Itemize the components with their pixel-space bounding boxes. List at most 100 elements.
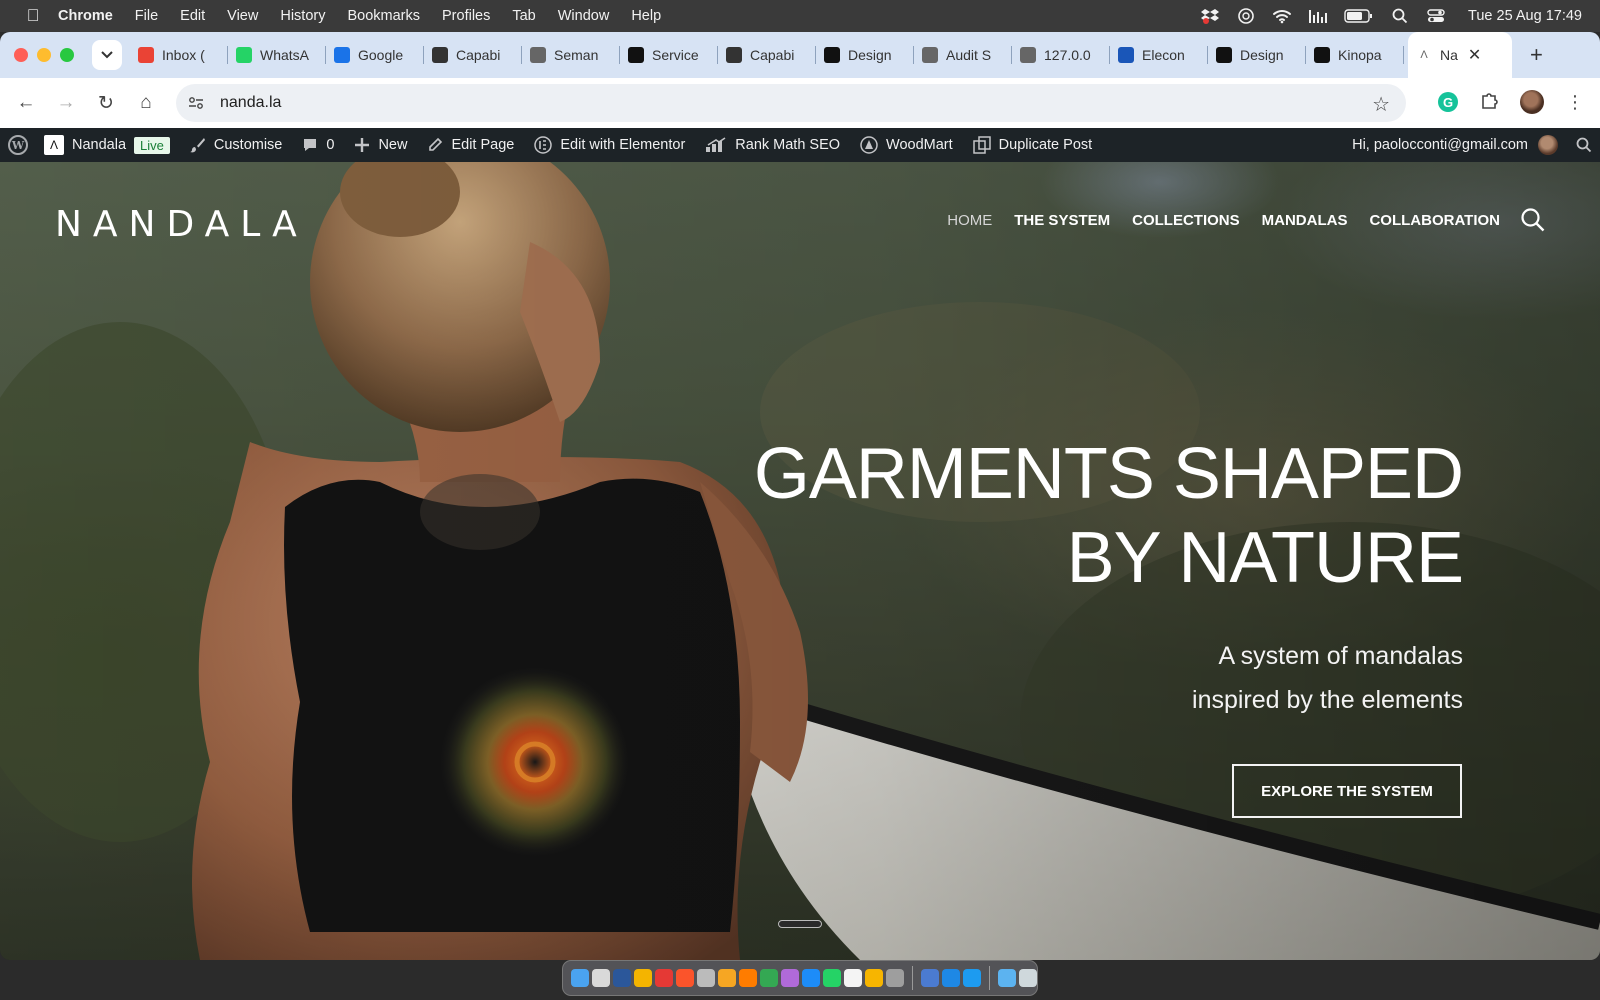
chrome-icon[interactable] [634, 969, 652, 987]
notes-icon[interactable] [844, 969, 862, 987]
wifi-icon[interactable] [1272, 7, 1292, 25]
nav-the-system[interactable]: THE SYSTEM [1014, 212, 1110, 229]
menu-window[interactable]: Window [558, 8, 610, 24]
minimize-window-button[interactable] [37, 48, 51, 62]
tab-2[interactable]: Google [326, 32, 424, 78]
chrome-window: Inbox (WhatsA Google Capabi Seman Service Cap… [0, 32, 1600, 960]
nav-home[interactable]: HOME [947, 212, 992, 229]
home-button[interactable]: ⌂ [126, 92, 166, 114]
menu-help[interactable]: Help [631, 8, 661, 24]
app-icon[interactable] [718, 969, 736, 987]
stats-icon[interactable] [1308, 7, 1328, 25]
opera-icon[interactable] [655, 969, 673, 987]
illustrator-icon[interactable] [739, 969, 757, 987]
tab-12[interactable]: Kinopa [1306, 32, 1404, 78]
downloads-icon[interactable] [942, 969, 960, 987]
menu-view[interactable]: View [227, 8, 258, 24]
bookmark-star-icon[interactable]: ☆ [1372, 92, 1390, 117]
tab-7[interactable]: Design [816, 32, 914, 78]
tab-search-button[interactable] [92, 40, 122, 70]
tab-3[interactable]: Capabi [424, 32, 522, 78]
site-search-icon[interactable] [1520, 207, 1546, 233]
spotlight-search-icon[interactable] [1390, 7, 1410, 25]
apple-icon[interactable]:  [22, 6, 44, 26]
safari-icon[interactable] [963, 969, 981, 987]
slider-indicator[interactable] [778, 920, 822, 928]
explore-the-system-button[interactable]: EXPLORE THE SYSTEM [1232, 764, 1462, 818]
reload-button[interactable]: ↻ [86, 92, 126, 115]
wp-customise[interactable]: Customise [189, 137, 282, 153]
trash-icon[interactable] [1019, 969, 1037, 987]
wp-comments[interactable]: 0 [302, 137, 334, 153]
wordpress-icon[interactable]: W [8, 135, 28, 155]
wp-site-link[interactable]: Λ Nandala Live [44, 135, 170, 155]
brave-icon[interactable] [676, 969, 694, 987]
tab-5[interactable]: Service [620, 32, 718, 78]
menu-profiles[interactable]: Profiles [442, 8, 490, 24]
wp-duplicate-post[interactable]: Duplicate Post [972, 136, 1092, 154]
wp-rankmath[interactable]: Rank Math SEO [705, 137, 840, 153]
close-window-button[interactable] [14, 48, 28, 62]
wp-edit-page[interactable]: Edit Page [427, 137, 514, 153]
numbers-icon[interactable] [760, 969, 778, 987]
menu-history[interactable]: History [280, 8, 325, 24]
nav-collaboration[interactable]: COLLABORATION [1369, 212, 1500, 229]
back-button[interactable]: ← [6, 92, 46, 114]
finder-icon[interactable] [571, 969, 589, 987]
menu-file[interactable]: File [135, 8, 158, 24]
whatsapp-icon[interactable] [823, 969, 841, 987]
wp-account-greeting[interactable]: Hi, paolocconti@gmail.com [1352, 137, 1528, 153]
chatgpt-icon[interactable] [697, 969, 715, 987]
word-icon[interactable] [613, 969, 631, 987]
tab-6[interactable]: Capabi [718, 32, 816, 78]
new-tab-button[interactable]: + [1530, 42, 1543, 68]
folder-icon[interactable] [998, 969, 1016, 987]
wp-search-icon[interactable] [1576, 137, 1592, 153]
site-logo[interactable]: NANDALA [55, 204, 308, 245]
wp-new[interactable]: New [354, 137, 407, 153]
tab-0[interactable]: Inbox ( [130, 32, 228, 78]
site-nav: HOME THE SYSTEM COLLECTIONS MANDALAS COL… [947, 212, 1500, 229]
tab-1[interactable]: WhatsA [228, 32, 326, 78]
dropbox-icon[interactable] [1200, 7, 1220, 25]
whatsapp-icon [236, 47, 252, 63]
dock-separator [912, 966, 913, 990]
tab-active-nandala[interactable]: Λ Na ✕ [1408, 32, 1512, 78]
tab-8[interactable]: Audit S [914, 32, 1012, 78]
tab-11[interactable]: Design [1208, 32, 1306, 78]
affinity-icon[interactable] [781, 969, 799, 987]
menu-bookmarks[interactable]: Bookmarks [347, 8, 420, 24]
wp-woodmart[interactable]: WoodMart [860, 136, 953, 154]
forward-button[interactable]: → [46, 92, 86, 114]
site-info-icon[interactable] [184, 91, 208, 115]
nav-collections[interactable]: COLLECTIONS [1132, 212, 1240, 229]
app-store-icon[interactable] [802, 969, 820, 987]
wp-user-avatar[interactable] [1538, 135, 1558, 155]
close-tab-icon[interactable]: ✕ [1468, 45, 1481, 65]
address-bar[interactable]: nanda.la ☆ [176, 84, 1406, 122]
tab-9[interactable]: 127.0.0 [1012, 32, 1110, 78]
grammarly-icon[interactable]: G [1438, 92, 1458, 112]
tab-4[interactable]: Seman [522, 32, 620, 78]
url-text[interactable]: nanda.la [220, 94, 281, 112]
wp-admin-bar: W Λ Nandala Live Customise 0 New Edit Pa… [0, 128, 1600, 162]
zoom-window-button[interactable] [60, 48, 74, 62]
menu-tab[interactable]: Tab [512, 8, 535, 24]
preview-icon[interactable] [921, 969, 939, 987]
battery-icon[interactable] [1344, 7, 1374, 25]
chatgpt-icon[interactable] [1236, 7, 1256, 25]
extensions-icon[interactable] [1480, 91, 1498, 114]
tab-10[interactable]: Elecon [1110, 32, 1208, 78]
profile-avatar[interactable] [1520, 90, 1544, 114]
settings-icon[interactable] [886, 969, 904, 987]
launchpad-icon[interactable] [592, 969, 610, 987]
wp-edit-elementor[interactable]: Edit with Elementor [534, 136, 685, 154]
nav-mandalas[interactable]: MANDALAS [1262, 212, 1348, 229]
sketch-icon[interactable] [865, 969, 883, 987]
menu-edit[interactable]: Edit [180, 8, 205, 24]
nandala-site-icon: Λ [44, 135, 64, 155]
control-center-icon[interactable] [1426, 7, 1446, 25]
menubar-clock[interactable]: Tue 25 Aug 17:49 [1468, 8, 1582, 24]
menu-app-name[interactable]: Chrome [58, 8, 113, 24]
browser-menu-icon[interactable]: ⋮ [1566, 92, 1584, 113]
